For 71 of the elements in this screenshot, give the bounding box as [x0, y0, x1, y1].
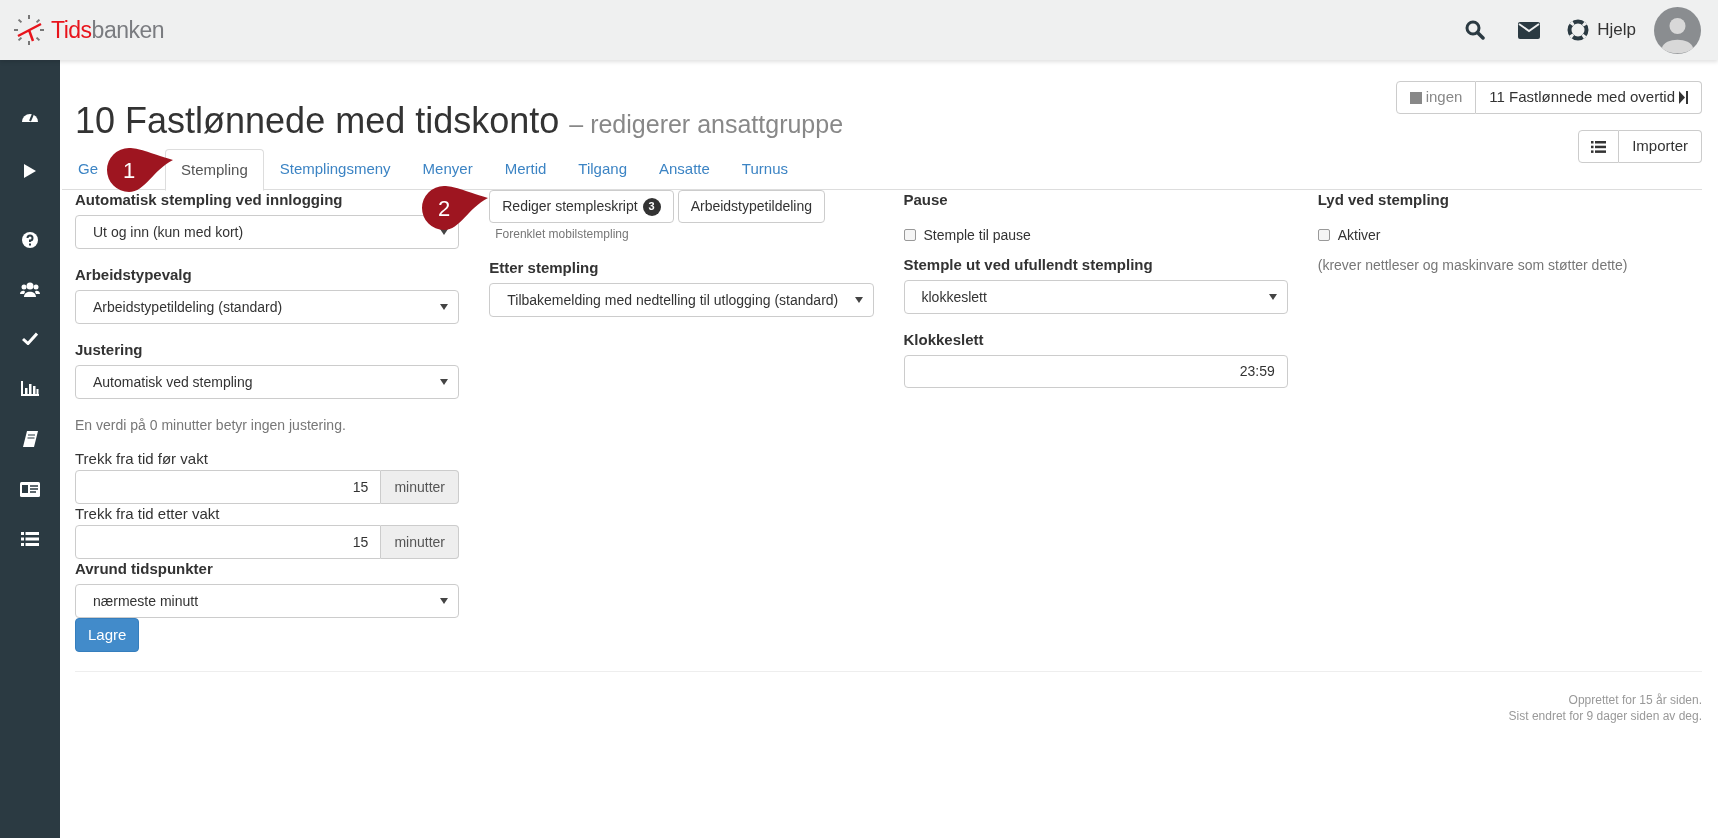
dropdown[interactable]: Ut og inn (kun med kort): [75, 215, 460, 249]
input-field[interactable]: 15: [75, 470, 382, 504]
help-text: (krever nettleser og maskinvare som støtter dette): [1317, 256, 1629, 275]
input-field[interactable]: 23:59: [903, 355, 1288, 388]
dropdown[interactable]: Automatisk ved stempling: [75, 365, 460, 399]
tab[interactable]: Menyer: [406, 149, 489, 190]
field-label: Stemple ut ved ufullendt stempling: [903, 255, 1153, 275]
caret-icon: [440, 598, 449, 604]
help-icon[interactable]: [22, 232, 38, 248]
caret-icon: [440, 379, 449, 385]
checkbox[interactable]: [903, 229, 916, 241]
field-label: Trekk fra tid før vakt: [75, 449, 208, 469]
tab[interactable]: Turnus: [725, 149, 804, 190]
tab[interactable]: Stempling: [165, 149, 264, 191]
book-icon[interactable]: [22, 431, 38, 447]
import-button[interactable]: Importer: [1619, 130, 1702, 163]
dropdown[interactable]: klokkeslett: [903, 280, 1288, 314]
skip-forward-icon: [1679, 91, 1688, 104]
field-label: Etter stempling: [489, 258, 599, 278]
list-icon: [1591, 140, 1607, 153]
field-label: Arbeidstypevalg: [75, 265, 192, 285]
tab[interactable]: Ge: [62, 149, 105, 190]
checkbox-label: Stemple til pause: [923, 225, 1031, 245]
field-label: Justering: [75, 340, 143, 360]
id-card-icon[interactable]: [20, 482, 40, 497]
help-link[interactable]: Hjelp: [1597, 17, 1636, 43]
footer-text: Opprettet for 15 år siden.: [1568, 692, 1702, 708]
stop-icon: [1409, 91, 1422, 104]
list-icon[interactable]: [21, 532, 39, 546]
footer-text: Sist endret for 9 dager siden av deg.: [1508, 708, 1702, 724]
lifebuoy-icon[interactable]: [1567, 19, 1590, 41]
envelope-icon[interactable]: [1518, 21, 1541, 39]
field-label: Automatisk stempling ved innlogging: [75, 190, 343, 210]
tab[interactable]: Tilgang: [562, 149, 643, 190]
save-button[interactable]: Lagre: [75, 618, 140, 652]
dropdown[interactable]: nærmeste minutt: [75, 584, 460, 618]
unit-label: minutter: [381, 470, 460, 504]
dropdown[interactable]: Tilbakemelding med nedtelling til utlogging (standard): [489, 283, 874, 317]
tab[interactable]: Stemplingsmeny: [263, 149, 407, 190]
hint-text: Forenklet mobilstempling: [494, 226, 630, 242]
list-view-button[interactable]: [1578, 130, 1620, 163]
caret-icon: [1268, 294, 1277, 300]
tab[interactable]: Ansatte: [642, 149, 726, 190]
check-icon[interactable]: [22, 332, 38, 345]
caret-icon: [440, 304, 449, 310]
field-label: Klokkeslett: [903, 330, 984, 350]
help-text: En verdi på 0 minutter betyr ingen justering.: [75, 416, 347, 435]
count-badge: 3: [642, 197, 661, 216]
tab[interactable]: Mertid: [488, 149, 563, 190]
search-icon[interactable]: [1465, 20, 1486, 40]
play-icon[interactable]: [23, 163, 37, 179]
field-label: Avrund tidspunkter: [75, 559, 213, 579]
action-button[interactable]: Rediger stempleskript 3: [489, 190, 674, 223]
users-icon[interactable]: [20, 282, 40, 297]
dropdown[interactable]: Arbeidstypetildeling (standard): [75, 290, 460, 324]
page-title: 10 Fastlønnede med tidskonto: [75, 101, 560, 141]
input-field[interactable]: 15: [75, 525, 382, 559]
field-label: Trekk fra tid etter vakt: [75, 504, 220, 524]
checkbox-label: Aktiver: [1337, 225, 1381, 245]
caret-icon: [854, 297, 863, 303]
unit-label: minutter: [381, 525, 460, 559]
logo-text[interactable]: Tidsbanken: [51, 18, 165, 42]
bar-chart-icon[interactable]: [21, 381, 39, 396]
action-button[interactable]: Arbeidstypetildeling: [677, 190, 826, 223]
field-label: Pause: [903, 190, 948, 210]
checkbox[interactable]: [1317, 229, 1330, 241]
page-subtitle: – redigerer ansattgruppe: [569, 109, 844, 140]
clock-logo-icon: [13, 14, 45, 46]
field-label: Lyd ved stempling: [1317, 190, 1449, 210]
avatar-icon[interactable]: [1654, 6, 1701, 54]
nav-button[interactable]: 11 Fastlønnede med overtid: [1476, 81, 1702, 114]
